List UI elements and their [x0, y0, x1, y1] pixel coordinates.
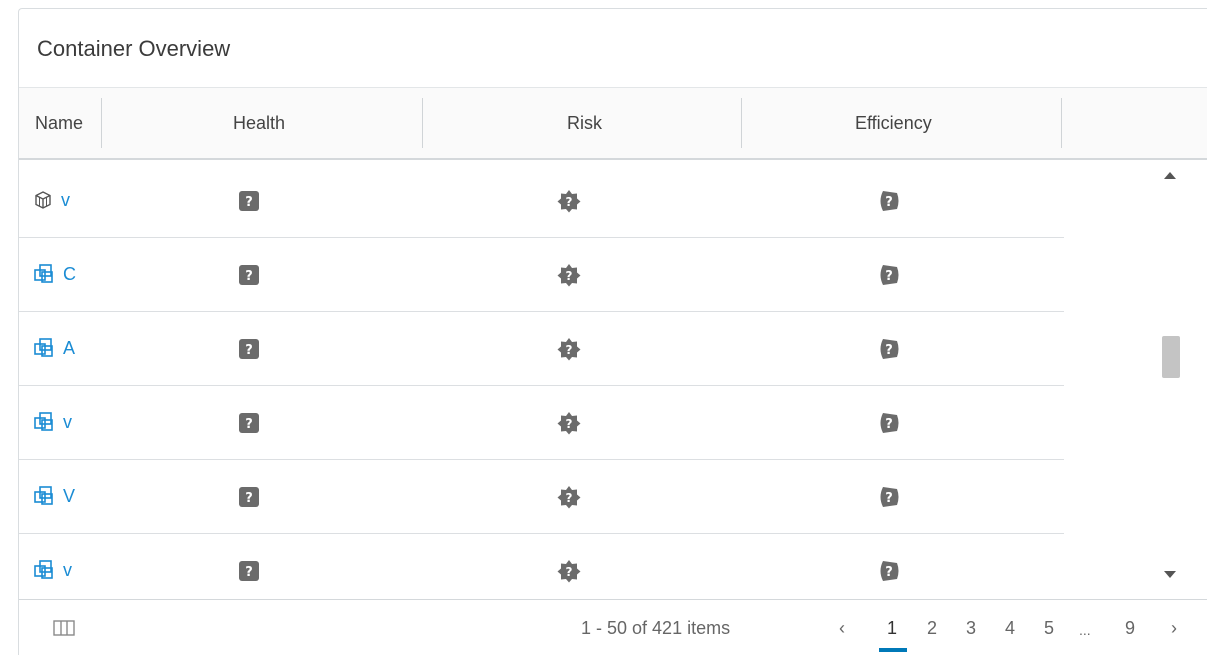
row-name-link[interactable]: v	[61, 190, 70, 211]
unknown-efficiency-icon: ?	[880, 265, 899, 285]
page-3[interactable]: 3	[966, 618, 976, 639]
unknown-health-icon: ?	[239, 339, 259, 359]
page-ellipsis: ...	[1079, 622, 1091, 638]
svg-text:?: ?	[885, 343, 893, 358]
row-name-cell: V	[33, 459, 75, 533]
row-name-link[interactable]: V	[63, 486, 75, 507]
svg-text:?: ?	[245, 195, 253, 210]
svg-text:?: ?	[245, 343, 253, 358]
container-overview-card: Container Overview Name Health Risk Effi…	[18, 8, 1207, 655]
unknown-health-icon: ?	[239, 191, 259, 211]
scroll-up-icon[interactable]	[1164, 172, 1176, 179]
column-header-risk[interactable]: Risk	[567, 88, 602, 158]
unknown-risk-icon: ?	[557, 486, 581, 509]
unknown-risk-icon: ?	[557, 560, 581, 583]
row-name-link[interactable]: A	[63, 338, 75, 359]
row-name-cell: C	[33, 237, 76, 311]
svg-text:?: ?	[245, 565, 253, 580]
cluster-icon	[34, 264, 53, 283]
grid-body: v ? ? ? C ? ? ? A ? ? ? v ? ? ? V ? ? ? …	[19, 159, 1207, 599]
cluster-icon	[34, 560, 53, 579]
unknown-risk-icon: ?	[557, 264, 581, 287]
unknown-risk-icon: ?	[557, 338, 581, 361]
current-page-indicator	[879, 648, 907, 652]
svg-text:?: ?	[566, 491, 573, 505]
table-row: v ? ? ?	[19, 533, 1064, 599]
row-name-cell: v	[33, 385, 72, 459]
datacenter-icon	[35, 191, 51, 209]
column-resize-handle[interactable]	[101, 98, 102, 148]
page-5[interactable]: 5	[1044, 618, 1054, 639]
unknown-efficiency-icon: ?	[880, 191, 899, 211]
table-row: V ? ? ?	[19, 459, 1064, 534]
svg-text:?: ?	[885, 565, 893, 580]
next-page-button[interactable]: ›	[1171, 618, 1177, 639]
prev-page-button[interactable]: ‹	[839, 618, 845, 639]
unknown-health-icon: ?	[239, 265, 259, 285]
svg-text:?: ?	[885, 417, 893, 432]
cluster-icon	[34, 338, 53, 357]
table-row: v ? ? ?	[19, 163, 1064, 238]
unknown-health-icon: ?	[239, 413, 259, 433]
svg-text:?: ?	[566, 565, 573, 579]
row-name-cell: v	[33, 163, 70, 237]
svg-text:?: ?	[885, 269, 893, 284]
unknown-health-icon: ?	[239, 487, 259, 507]
column-toggle-icon[interactable]	[53, 620, 75, 636]
page-1[interactable]: 1	[887, 618, 897, 639]
page-9[interactable]: 9	[1125, 618, 1135, 639]
table-row: v ? ? ?	[19, 385, 1064, 460]
unknown-efficiency-icon: ?	[880, 487, 899, 507]
table-row: A ? ? ?	[19, 311, 1064, 386]
svg-text:?: ?	[566, 195, 573, 209]
page-2[interactable]: 2	[927, 618, 937, 639]
svg-text:?: ?	[885, 195, 893, 210]
unknown-efficiency-icon: ?	[880, 339, 899, 359]
items-count: 1 - 50 of 421 items	[581, 618, 731, 638]
svg-text:?: ?	[566, 417, 573, 431]
cluster-icon	[34, 486, 53, 505]
grid-footer: 1 - 50 of 421 items ‹ 1 2 3 4 5 ... 9 ›	[19, 599, 1207, 655]
scroll-down-icon[interactable]	[1164, 571, 1176, 578]
column-header-efficiency[interactable]: Efficiency	[855, 88, 932, 158]
column-resize-handle[interactable]	[741, 98, 742, 148]
row-name-cell: v	[33, 533, 72, 599]
page-4[interactable]: 4	[1005, 618, 1015, 639]
svg-text:?: ?	[885, 491, 893, 506]
column-header-health[interactable]: Health	[233, 88, 285, 158]
svg-text:?: ?	[245, 269, 253, 284]
cluster-icon	[34, 412, 53, 431]
svg-text:?: ?	[245, 491, 253, 506]
vertical-scrollbar[interactable]	[1160, 160, 1182, 590]
unknown-risk-icon: ?	[557, 412, 581, 435]
svg-text:?: ?	[566, 269, 573, 283]
scroll-thumb[interactable]	[1162, 336, 1180, 378]
svg-text:?: ?	[245, 417, 253, 432]
row-name-link[interactable]: C	[63, 264, 76, 285]
row-name-cell: A	[33, 311, 75, 385]
table-row: C ? ? ?	[19, 237, 1064, 312]
column-resize-handle[interactable]	[1061, 98, 1062, 148]
unknown-efficiency-icon: ?	[880, 561, 899, 581]
svg-text:?: ?	[566, 343, 573, 357]
column-header-name[interactable]: Name	[35, 88, 83, 158]
grid-header: Name Health Risk Efficiency	[19, 87, 1207, 160]
card-title: Container Overview	[37, 36, 231, 61]
unknown-risk-icon: ?	[557, 190, 581, 213]
row-name-link[interactable]: v	[63, 412, 72, 433]
column-resize-handle[interactable]	[422, 98, 423, 148]
row-name-link[interactable]: v	[63, 560, 72, 581]
unknown-efficiency-icon: ?	[880, 413, 899, 433]
unknown-health-icon: ?	[239, 561, 259, 581]
